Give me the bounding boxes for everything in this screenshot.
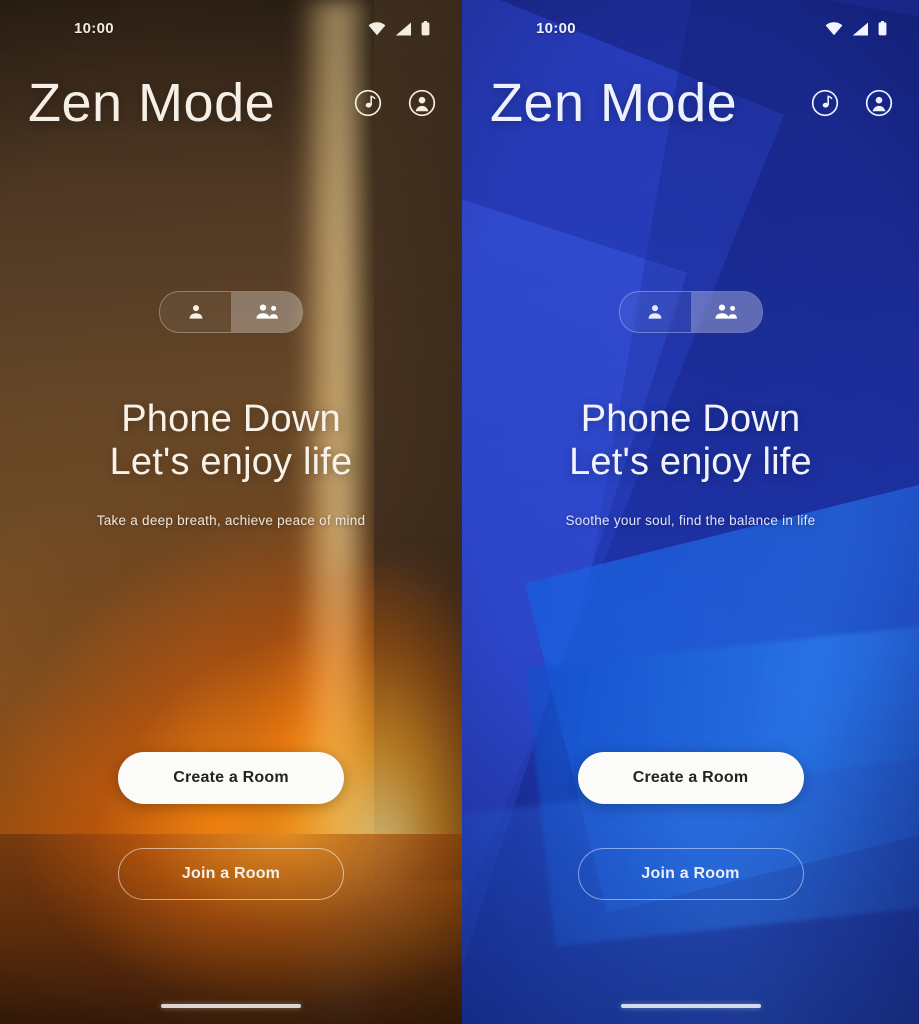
battery-icon bbox=[421, 21, 430, 36]
cellular-signal-icon bbox=[852, 22, 869, 36]
wifi-icon bbox=[825, 21, 843, 36]
headline-line-1: Phone Down bbox=[121, 398, 341, 440]
phone-screen-amber: 10:00 Zen Mode Phone Down Let's enjoy li… bbox=[0, 0, 462, 1024]
single-person-icon bbox=[645, 302, 665, 322]
music-note-icon[interactable] bbox=[354, 89, 382, 117]
mode-toggle-option-solo[interactable] bbox=[160, 292, 231, 332]
headline-line-1: Phone Down bbox=[580, 398, 801, 440]
status-bar: 10:00 bbox=[462, 20, 919, 46]
mode-toggle[interactable] bbox=[618, 291, 763, 333]
headline: Phone Down Let's enjoy life bbox=[0, 398, 462, 483]
mode-toggle-option-group[interactable] bbox=[690, 292, 762, 332]
account-icon[interactable] bbox=[865, 89, 893, 117]
status-bar-icons bbox=[368, 21, 430, 36]
group-people-icon bbox=[713, 302, 739, 322]
blue-ui-layer: 10:00 Zen Mode Phone Down Let's enjoy li… bbox=[462, 0, 919, 1024]
status-bar-time: 10:00 bbox=[74, 20, 114, 37]
app-bar-actions bbox=[811, 89, 893, 117]
app-bar: Zen Mode bbox=[462, 73, 919, 149]
status-bar-icons bbox=[825, 21, 887, 36]
app-bar: Zen Mode bbox=[0, 73, 462, 149]
create-room-button[interactable]: Create a Room bbox=[118, 752, 344, 804]
zen-mode-comparison-stage: 10:00 Zen Mode Phone Down Let's enjoy li… bbox=[0, 0, 919, 1024]
mode-toggle-option-group[interactable] bbox=[231, 292, 302, 332]
app-bar-actions bbox=[354, 89, 436, 117]
status-bar: 10:00 bbox=[0, 20, 462, 46]
home-indicator[interactable] bbox=[620, 1004, 761, 1008]
mode-toggle-option-solo[interactable] bbox=[620, 292, 691, 332]
status-bar-time: 10:00 bbox=[536, 20, 576, 37]
music-note-icon[interactable] bbox=[811, 89, 839, 117]
create-room-button[interactable]: Create a Room bbox=[577, 752, 804, 804]
page-title: Zen Mode bbox=[490, 73, 738, 133]
headline-line-2: Let's enjoy life bbox=[569, 440, 812, 483]
phone-screen-blue: 10:00 Zen Mode Phone Down Let's enjoy li… bbox=[462, 0, 919, 1024]
join-room-button[interactable]: Join a Room bbox=[118, 848, 344, 900]
headline: Phone Down Let's enjoy life bbox=[462, 398, 919, 483]
group-people-icon bbox=[254, 302, 280, 322]
join-room-button[interactable]: Join a Room bbox=[577, 848, 804, 900]
subtitle: Take a deep breath, achieve peace of min… bbox=[96, 513, 366, 528]
battery-icon bbox=[878, 21, 887, 36]
amber-ui-layer: 10:00 Zen Mode Phone Down Let's enjoy li… bbox=[0, 0, 462, 1024]
single-person-icon bbox=[186, 302, 206, 322]
cellular-signal-icon bbox=[395, 22, 412, 36]
account-icon[interactable] bbox=[408, 89, 436, 117]
subtitle: Soothe your soul, find the balance in li… bbox=[565, 513, 816, 528]
home-indicator[interactable] bbox=[161, 1004, 301, 1008]
mode-toggle[interactable] bbox=[159, 291, 303, 333]
wifi-icon bbox=[368, 21, 386, 36]
headline-line-2: Let's enjoy life bbox=[109, 440, 353, 483]
page-title: Zen Mode bbox=[28, 73, 276, 133]
